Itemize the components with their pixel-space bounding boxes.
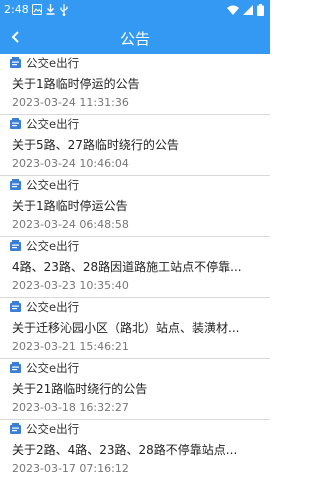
- notice-source: 公交e出行: [10, 55, 79, 70]
- notice-item[interactable]: 公交e出行 关于迁移沁园小区（路北）站点、装潢材... 2023-03-21 1…: [0, 298, 270, 359]
- notice-date: 2023-03-21 15:46:21: [12, 340, 129, 353]
- notice-source-name: 公交e出行: [26, 177, 80, 192]
- notice-item[interactable]: 公交e出行 关于5路、27路临时绕行的公告 2023-03-24 10:46:0…: [0, 115, 270, 176]
- battery-icon: [257, 4, 264, 16]
- notice-source: 公交e出行: [10, 360, 79, 375]
- notice-date: 2023-03-18 16:32:27: [12, 401, 129, 414]
- notice-item[interactable]: 公交e出行 关于1路临时停运的公告 2023-03-24 11:31:36: [0, 54, 270, 115]
- notice-source-name: 公交e出行: [26, 116, 80, 131]
- usb-icon: [60, 4, 68, 16]
- notice-title: 关于1路临时停运公告: [12, 199, 128, 213]
- status-bar: 2:48: [0, 0, 270, 20]
- notice-title: 关于迁移沁园小区（路北）站点、装潢材...: [12, 321, 240, 335]
- notice-source-name: 公交e出行: [26, 299, 80, 314]
- status-right-icons: [227, 4, 264, 16]
- app-bar: 公告: [0, 20, 270, 54]
- notice-date: 2023-03-17 07:16:12: [12, 462, 129, 475]
- notice-source: 公交e出行: [10, 299, 79, 314]
- bus-notice-icon: [10, 240, 21, 251]
- notice-title: 关于5路、27路临时绕行的公告: [12, 138, 179, 152]
- notice-date: 2023-03-24 10:46:04: [12, 157, 129, 170]
- notice-source-name: 公交e出行: [26, 421, 80, 436]
- notice-item[interactable]: 公交e出行 关于2路、4路、23路、28路不停靠站点... 2023-03-17…: [0, 420, 270, 480]
- notice-item[interactable]: 公交e出行 关于21路临时绕行的公告 2023-03-18 16:32:27: [0, 359, 270, 420]
- notice-source: 公交e出行: [10, 238, 79, 253]
- notice-title: 关于2路、4路、23路、28路不停靠站点...: [12, 443, 238, 457]
- notice-item[interactable]: 公交e出行 关于1路临时停运公告 2023-03-24 06:48:58: [0, 176, 270, 237]
- signal-icon: [243, 5, 253, 15]
- notice-date: 2023-03-24 06:48:58: [12, 218, 129, 231]
- notice-title: 关于21路临时绕行的公告: [12, 382, 148, 396]
- status-left-icons: [32, 4, 69, 16]
- page-title: 公告: [119, 30, 150, 48]
- notice-source: 公交e出行: [10, 116, 79, 131]
- notice-date: 2023-03-23 10:35:40: [12, 279, 129, 292]
- bus-notice-icon: [10, 57, 21, 68]
- notice-item[interactable]: 公交e出行 4路、23路、28路因道路施工站点不停靠... 2023-03-23…: [0, 237, 270, 298]
- bus-notice-icon: [10, 301, 21, 312]
- bus-notice-icon: [10, 179, 21, 190]
- status-time: 2:48: [4, 3, 29, 16]
- bus-notice-icon: [10, 362, 21, 373]
- bus-notice-icon: [10, 423, 21, 434]
- notice-list: 公交e出行 关于1路临时停运的公告 2023-03-24 11:31:36 公交…: [0, 54, 270, 480]
- notice-title: 4路、23路、28路因道路施工站点不停靠...: [12, 260, 242, 274]
- notice-source-name: 公交e出行: [26, 238, 80, 253]
- wifi-icon: [227, 5, 239, 15]
- download-icon: [46, 4, 55, 15]
- bus-notice-icon: [10, 118, 21, 129]
- notice-title: 关于1路临时停运的公告: [12, 77, 140, 91]
- image-icon: [32, 4, 42, 15]
- notice-source-name: 公交e出行: [26, 55, 80, 70]
- notice-source: 公交e出行: [10, 421, 79, 436]
- notice-source: 公交e出行: [10, 177, 79, 192]
- notice-date: 2023-03-24 11:31:36: [12, 96, 129, 109]
- notice-source-name: 公交e出行: [26, 360, 80, 375]
